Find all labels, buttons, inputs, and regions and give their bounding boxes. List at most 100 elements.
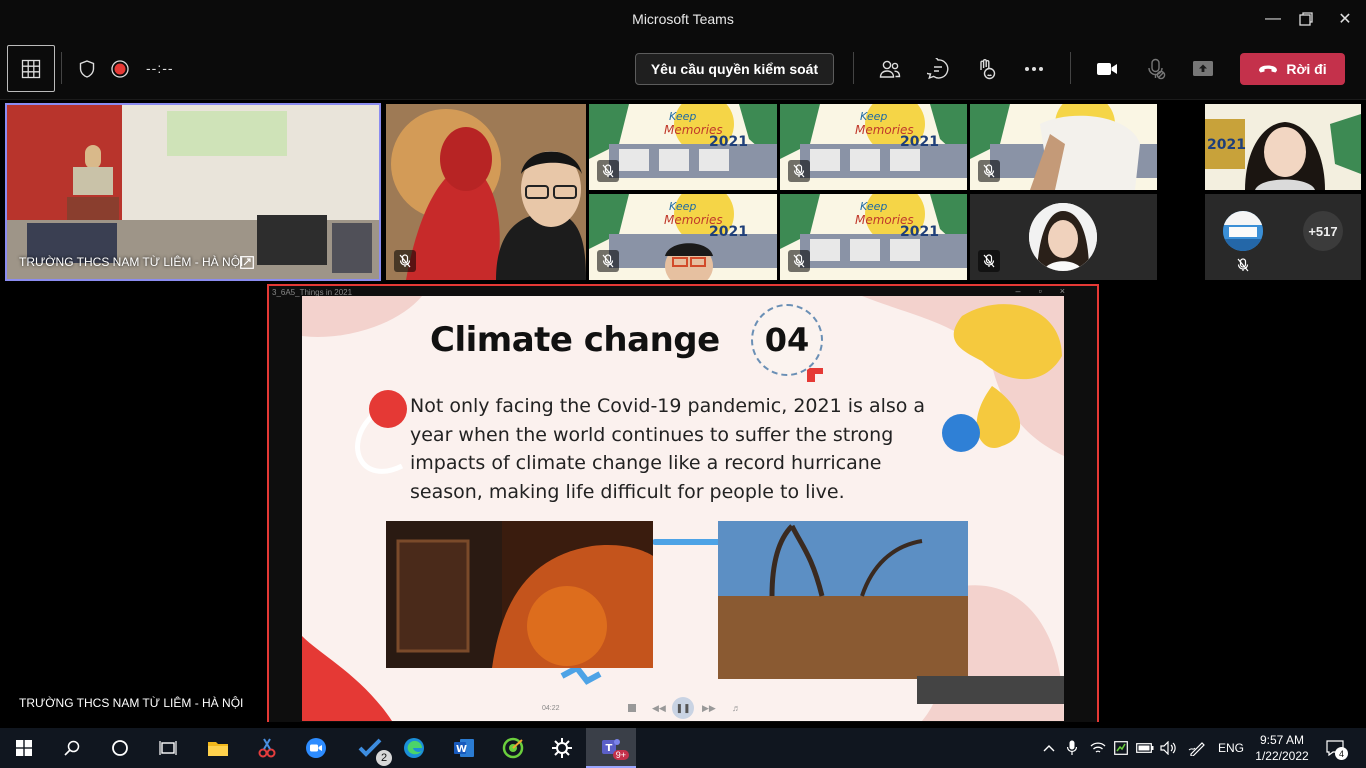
- pin-icon: [240, 256, 254, 269]
- input-language[interactable]: ENG: [1218, 728, 1244, 768]
- teams-badge: 9+: [612, 750, 629, 760]
- pause-icon[interactable]: ❚❚: [672, 697, 694, 719]
- classroom-video: [7, 105, 379, 279]
- search-icon[interactable]: [52, 732, 92, 764]
- stop-icon[interactable]: [628, 704, 636, 712]
- taskbar: 2 W T 9+ ENG 9:57 AM 1/22/2022 4: [0, 728, 1366, 768]
- window-title: Microsoft Teams: [632, 11, 734, 27]
- meeting-timer: --:--: [146, 60, 174, 76]
- svg-text:2021: 2021: [900, 224, 939, 240]
- participant-video: 2021: [1205, 104, 1361, 190]
- word-icon[interactable]: W: [444, 732, 484, 764]
- muted-icon: [597, 250, 619, 272]
- svg-text:W: W: [456, 744, 467, 755]
- notifications-icon[interactable]: 4: [1322, 728, 1348, 768]
- participant-tile[interactable]: +517: [1205, 194, 1361, 280]
- clock-time: 9:57 AM: [1259, 733, 1305, 747]
- svg-text:T: T: [606, 743, 613, 754]
- muted-icon: [394, 250, 416, 272]
- participant-tile-featured[interactable]: TRƯỜNG THCS NAM TỪ LIÊM - HÀ NỘI: [5, 103, 381, 281]
- teams-taskbar-icon[interactable]: T 9+: [586, 728, 636, 768]
- grid-icon: [21, 59, 41, 78]
- participant-tile[interactable]: Keep Memories 2021: [780, 194, 967, 280]
- close-icon[interactable]: ✕: [1322, 0, 1366, 38]
- people-icon[interactable]: [876, 55, 904, 83]
- clock-date: 1/22/2022: [1255, 749, 1309, 763]
- windows-start-icon[interactable]: [4, 732, 44, 764]
- snipping-tool-icon[interactable]: [247, 732, 287, 764]
- camera-icon[interactable]: [1093, 55, 1121, 83]
- network-app-icon[interactable]: [1112, 728, 1130, 768]
- microphone-disabled-icon[interactable]: [1142, 55, 1170, 83]
- participant-tile[interactable]: 2021: [1205, 104, 1361, 190]
- hang-up-icon: [1259, 65, 1278, 73]
- reactions-icon[interactable]: [972, 55, 1000, 83]
- overflow-participants-button[interactable]: +517: [1303, 211, 1343, 251]
- task-view-icon[interactable]: [148, 732, 188, 764]
- participant-name: TRƯỜNG THCS NAM TỪ LIÊM - HÀ NỘI: [19, 255, 244, 269]
- muted-icon: [1237, 258, 1249, 277]
- svg-text:Keep: Keep: [669, 110, 696, 123]
- toolbar-divider: [853, 52, 854, 84]
- avatar: [1029, 203, 1097, 271]
- participant-tile[interactable]: [386, 104, 586, 280]
- participant-tile[interactable]: [970, 194, 1157, 280]
- shield-icon[interactable]: [73, 55, 101, 83]
- microphone-icon[interactable]: [1064, 728, 1080, 768]
- presentation-slide: Climate change 04 Not only facing the Co…: [302, 296, 1064, 721]
- battery-icon[interactable]: [1135, 728, 1155, 768]
- zoom-icon[interactable]: [296, 732, 336, 764]
- avatar: [1223, 211, 1263, 251]
- cortana-icon[interactable]: [100, 732, 140, 764]
- meeting-toolbar: --:-- Yêu cầu quyền kiểm soát Rời đi: [0, 38, 1366, 100]
- file-explorer-icon[interactable]: [198, 732, 238, 764]
- todo-badge: 2: [376, 750, 392, 766]
- muted-icon: [978, 160, 1000, 182]
- settings-gear-icon[interactable]: [542, 732, 582, 764]
- chat-icon[interactable]: [924, 55, 952, 83]
- svg-text:2021: 2021: [709, 134, 748, 150]
- slide-title: Climate change: [430, 320, 720, 360]
- share-screen-icon[interactable]: [1189, 55, 1217, 83]
- previous-icon[interactable]: ◀◀: [652, 703, 666, 714]
- muted-icon: [978, 250, 1000, 272]
- slide-body-text: Not only facing the Covid-19 pandemic, 2…: [410, 395, 926, 503]
- leave-button[interactable]: Rời đi: [1240, 53, 1345, 85]
- gallery-view-button[interactable]: [7, 45, 55, 92]
- todo-icon[interactable]: 2: [350, 732, 392, 766]
- clock[interactable]: 9:57 AM 1/22/2022: [1252, 732, 1312, 764]
- muted-icon: [597, 160, 619, 182]
- tile-gap: [1160, 104, 1202, 280]
- participant-video: [386, 104, 586, 280]
- media-app-icon[interactable]: [493, 732, 533, 764]
- muted-icon: [788, 250, 810, 272]
- participant-tile[interactable]: Keep Memories 2021: [780, 104, 967, 190]
- player-window-controls: –▫×: [1015, 286, 1083, 296]
- next-icon[interactable]: ▶▶: [702, 703, 716, 714]
- request-control-button[interactable]: Yêu cầu quyền kiểm soát: [635, 53, 834, 85]
- presenter-name: TRƯỜNG THCS NAM TỪ LIÊM - HÀ NỘI: [19, 696, 244, 710]
- player-controls: 04:22 ◀◀ ❚❚ ▶▶ ♬: [302, 697, 1064, 719]
- leave-label: Rời đi: [1286, 61, 1327, 77]
- svg-text:2021: 2021: [900, 134, 939, 150]
- toolbar-divider: [1070, 52, 1071, 84]
- svg-text:Keep: Keep: [669, 200, 696, 213]
- pen-icon[interactable]: [1186, 728, 1208, 768]
- wifi-icon[interactable]: [1088, 728, 1108, 768]
- more-options-icon[interactable]: [1020, 55, 1048, 83]
- svg-text:Keep: Keep: [860, 200, 887, 213]
- svg-text:2021: 2021: [709, 224, 748, 240]
- title-bar: Microsoft Teams — ✕: [0, 0, 1366, 38]
- participant-tile[interactable]: Keep Memories 2021: [589, 104, 777, 190]
- volume-icon[interactable]: ♬: [732, 703, 741, 713]
- notifications-badge: 4: [1335, 747, 1348, 760]
- slide-number: 04: [751, 304, 823, 376]
- show-hidden-icons-icon[interactable]: [1040, 728, 1058, 768]
- edge-icon[interactable]: [394, 732, 434, 764]
- svg-text:2021: 2021: [1207, 137, 1246, 153]
- volume-icon[interactable]: [1159, 728, 1179, 768]
- participant-tile[interactable]: [970, 104, 1157, 190]
- recording-icon: [106, 55, 134, 83]
- participant-tile[interactable]: Keep Memories 2021: [589, 194, 777, 280]
- svg-text:Keep: Keep: [860, 110, 887, 123]
